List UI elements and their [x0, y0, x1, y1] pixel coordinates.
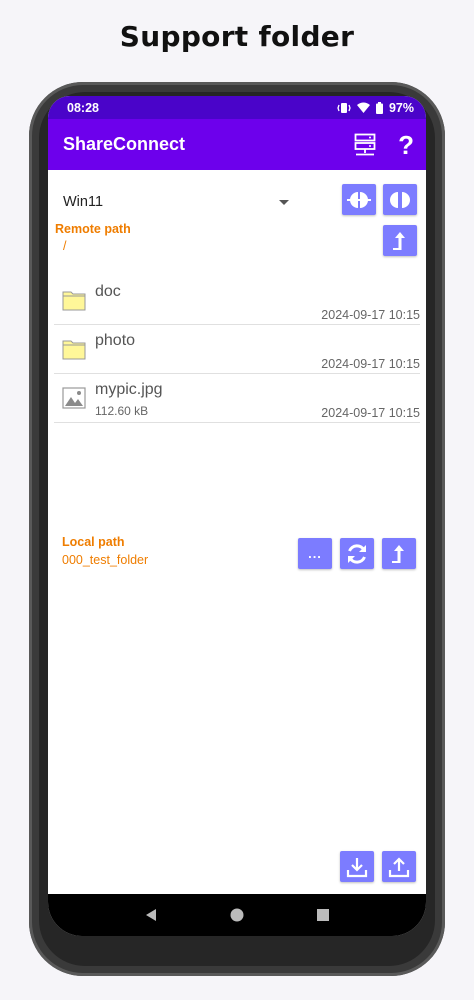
headline: Support folder [119, 20, 355, 53]
file-date: 2024-09-17 10:15 [321, 406, 420, 420]
vibrate-icon [337, 102, 351, 113]
file-date: 2024-09-17 10:15 [321, 308, 420, 322]
help-button[interactable]: ? [398, 132, 414, 158]
folder-up-icon [392, 544, 404, 563]
remote-path-value: / [63, 239, 67, 253]
recents-icon[interactable] [316, 908, 330, 922]
file-name: photo [95, 332, 136, 349]
disconnect-icon [390, 191, 410, 208]
file-row[interactable]: doc 2024-09-17 10:15 [54, 276, 420, 325]
app-screen: 08:28 97% ShareConnect ? Win11 Remote pa… [48, 96, 426, 936]
system-nav-bar [48, 894, 426, 936]
remote-path-label: Remote path [55, 222, 131, 236]
folder-up-icon [393, 231, 405, 250]
battery-percent: 97% [388, 100, 414, 115]
browse-local-button[interactable]: ... [298, 538, 332, 569]
image-file-icon [62, 387, 86, 409]
file-row[interactable]: mypic.jpg 112.60 kB 2024-09-17 10:15 [54, 374, 420, 423]
battery-icon [375, 101, 383, 114]
status-time: 08:28 [67, 100, 99, 115]
status-bar: 08:28 97% [48, 96, 426, 119]
app-title: ShareConnect [63, 134, 186, 154]
local-path-value: 000_test_folder [62, 553, 149, 567]
disconnect-button[interactable] [383, 184, 417, 215]
app-bar: ShareConnect ? [48, 119, 426, 170]
browse-label: ... [308, 546, 322, 561]
home-icon[interactable] [230, 908, 244, 922]
remote-file-list: doc 2024-09-17 10:15 photo 2024-09-17 10… [54, 276, 420, 423]
chevron-down-icon [279, 199, 289, 205]
file-size: 112.60 kB [95, 404, 149, 418]
server-dropdown[interactable]: Win11 [63, 190, 289, 214]
status-icons: 97% [337, 101, 414, 115]
connect-button[interactable] [342, 184, 376, 215]
connect-icon [347, 191, 371, 208]
download-icon [346, 857, 368, 877]
refresh-icon [348, 543, 366, 564]
download-button[interactable] [340, 851, 374, 882]
upload-button[interactable] [382, 851, 416, 882]
server-icon[interactable] [354, 133, 376, 157]
upload-icon [388, 856, 410, 877]
local-up-button[interactable] [382, 538, 416, 569]
folder-icon [62, 340, 86, 360]
local-path-label: Local path [62, 535, 125, 549]
server-name: Win11 [63, 194, 104, 210]
wifi-icon [356, 102, 370, 113]
file-row[interactable]: photo 2024-09-17 10:15 [54, 325, 420, 374]
back-icon[interactable] [144, 908, 158, 922]
file-name: doc [95, 283, 121, 300]
remote-up-button[interactable] [383, 225, 417, 256]
file-name: mypic.jpg [95, 381, 163, 398]
file-date: 2024-09-17 10:15 [321, 357, 420, 371]
appbar-actions: ? [354, 132, 414, 158]
refresh-button[interactable] [340, 538, 374, 569]
folder-icon [62, 291, 86, 311]
